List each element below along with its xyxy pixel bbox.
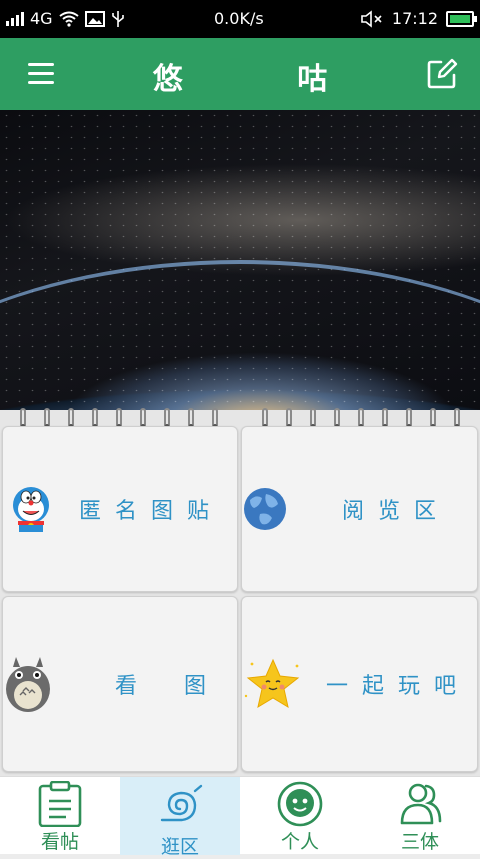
group-users-icon (400, 783, 442, 825)
tab-personal[interactable]: 个人 (240, 777, 360, 855)
spiral-icon (160, 784, 203, 822)
card-reading-area[interactable]: 阅览区 (241, 426, 478, 592)
mute-icon (361, 9, 382, 28)
tab-browse-areas[interactable]: 逛区 (120, 777, 240, 858)
tab-posts[interactable]: 看帖 (0, 777, 120, 855)
card-play-together[interactable]: 一起玩吧 (241, 596, 478, 772)
user-face-icon (277, 781, 323, 827)
status-right: 17:12 (360, 9, 477, 28)
clipboard-icon (38, 781, 82, 827)
card-view-images[interactable]: 看 图 (2, 596, 238, 772)
doraemon-icon (13, 487, 49, 532)
network-speed: 0.0K/s (214, 9, 264, 28)
card-label: 看 图 (115, 674, 226, 699)
edit-icon[interactable] (426, 58, 458, 90)
app-title: 悠 咕 (152, 62, 380, 97)
app-bar: 悠 咕 (0, 38, 480, 110)
category-grid: 匿名图贴 阅览区 看 图 一起玩吧 (0, 408, 480, 776)
network-type: 4G (30, 9, 53, 28)
usb-icon (111, 10, 124, 27)
tab-label: 看帖 (40, 831, 79, 853)
card-label: 阅览区 (342, 499, 451, 524)
clock: 17:12 (391, 9, 438, 28)
card-label: 匿名图贴 (79, 499, 224, 524)
banner-image[interactable] (0, 110, 480, 410)
earth-horizon (0, 260, 480, 410)
tab-label: 三体 (400, 831, 439, 853)
tab-label: 逛区 (160, 836, 199, 858)
card-anonymous-posts[interactable]: 匿名图贴 (2, 426, 238, 592)
status-left: 4G (6, 9, 125, 28)
tab-three-body[interactable]: 三体 (360, 777, 480, 855)
battery-icon (446, 10, 477, 27)
globe-icon (244, 488, 286, 530)
card-label: 一起玩吧 (326, 674, 471, 699)
star-face-icon (244, 658, 300, 709)
signal-icon (6, 11, 24, 26)
status-bar: 4G 0.0K/s 17:12 (0, 0, 480, 38)
tab-label: 个人 (280, 831, 319, 853)
bottom-tab-bar: 看帖 逛区 个人 三体 (0, 776, 480, 858)
totoro-icon (6, 657, 50, 712)
image-icon (84, 10, 105, 27)
wifi-icon (58, 11, 79, 27)
